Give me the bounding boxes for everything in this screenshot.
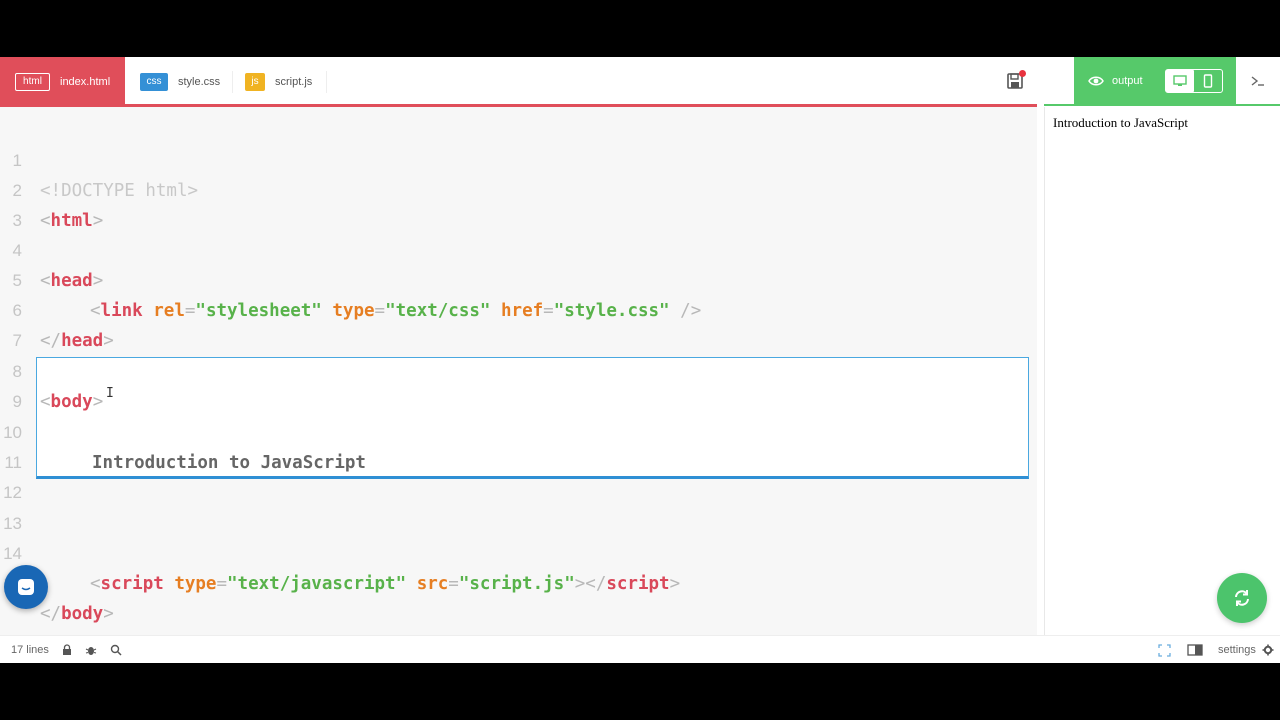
layout-button[interactable] [1187, 643, 1203, 657]
code-line: 13 [0, 479, 1037, 533]
code-line: 14 <script type="text/javascript" src="s… [0, 509, 1037, 594]
terminal-icon [1251, 75, 1264, 86]
desktop-icon [1173, 75, 1187, 86]
output-text: Introduction to JavaScript [1053, 115, 1189, 130]
tab-label: style.css [178, 75, 221, 88]
refresh-icon [1235, 590, 1249, 606]
tab-bar: html index.html css style.css js script.… [0, 57, 1280, 107]
settings-label[interactable]: settings [1218, 644, 1256, 656]
status-bar: 17 lines settings [0, 635, 1280, 663]
output-toolbar: output [1074, 57, 1236, 104]
gear-icon [1262, 644, 1274, 656]
refresh-button[interactable] [1217, 573, 1267, 623]
tab-divider [326, 71, 327, 93]
tab-index-html[interactable]: html index.html [0, 57, 125, 106]
debug-button[interactable] [84, 643, 98, 657]
lock-button[interactable] [60, 643, 74, 657]
code-line: 17 </html> [0, 599, 1037, 635]
tab-label: script.js [275, 75, 313, 88]
attr-name: src [416, 574, 449, 594]
css-badge: css [140, 72, 168, 91]
mobile-view-button[interactable] [1194, 70, 1222, 92]
html-badge: html [15, 72, 50, 91]
settings-button[interactable] [1261, 643, 1275, 657]
desktop-view-button[interactable] [1166, 70, 1194, 92]
tab-label: index.html [60, 75, 111, 88]
output-underline [1044, 104, 1280, 106]
output-label: output [1112, 74, 1143, 87]
tab-style-css[interactable]: css style.css [140, 57, 230, 106]
fullscreen-icon [1157, 643, 1171, 657]
attr-name: type [174, 574, 217, 594]
eye-icon [1088, 76, 1104, 85]
search-icon [110, 644, 122, 656]
code-line: 9 [0, 357, 1037, 411]
code-line: 4 <head> [0, 206, 1037, 291]
code-line: 12 [0, 448, 1037, 502]
line-count: 17 lines [11, 644, 49, 656]
lock-icon [63, 644, 71, 655]
code-line: 1 <!DOCTYPE html> [0, 116, 1037, 201]
tag-name: script [606, 574, 670, 594]
console-button[interactable] [1236, 57, 1280, 104]
code-line: 5 <link rel="stylesheet" type="text/css"… [0, 236, 1037, 321]
attr-value: "script.js" [458, 574, 575, 594]
code-line: 7 [0, 296, 1037, 350]
layout-icon [1187, 644, 1203, 656]
code-line: 11 [0, 418, 1037, 472]
code-line: 6 </head> [0, 266, 1037, 351]
code-line: 3 [0, 176, 1037, 230]
tab-script-js[interactable]: js script.js [245, 57, 325, 106]
bug-icon [85, 647, 97, 655]
code-line: 8 <body> [0, 327, 1037, 412]
code-editor[interactable]: 1 <!DOCTYPE html> 2 <html> 3 4 <head> 5 … [0, 107, 1037, 635]
code-line: 10 Introduction to JavaScript [0, 388, 1037, 473]
mobile-icon [1203, 74, 1213, 88]
code-line: 2 <html> [0, 146, 1037, 231]
output-preview[interactable]: Introduction to JavaScript [1044, 107, 1280, 635]
attr-value: "text/javascript" [227, 574, 407, 594]
tab-divider [232, 71, 233, 93]
fullscreen-button[interactable] [1157, 643, 1171, 657]
js-badge: js [245, 72, 265, 91]
chat-icon [18, 579, 34, 595]
chat-button[interactable] [4, 565, 48, 609]
device-toggle-group [1165, 69, 1223, 93]
output-toggle-button[interactable]: output [1088, 75, 1143, 87]
tag-name: script [100, 574, 164, 594]
search-button[interactable] [109, 643, 123, 657]
text-cursor: I [106, 386, 114, 401]
unsaved-indicator [1019, 70, 1026, 77]
code-line: 15 </body> [0, 539, 1037, 624]
code-editor-app: html index.html css style.css js script.… [0, 57, 1280, 663]
